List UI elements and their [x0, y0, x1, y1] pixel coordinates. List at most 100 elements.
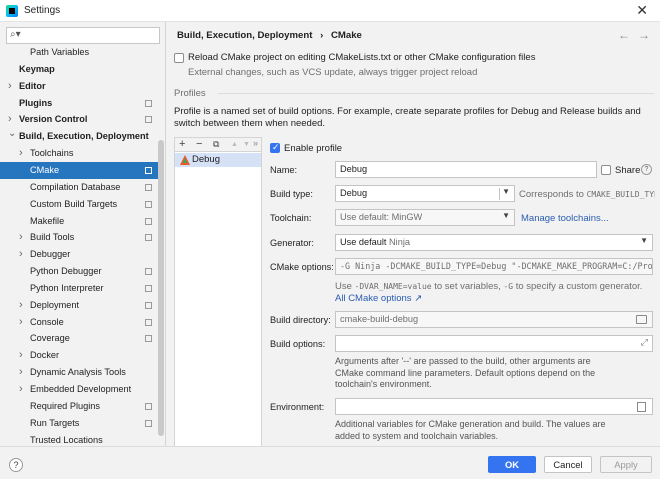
sidebar-item[interactable]: Plugins	[0, 95, 158, 112]
profiles-section-title: Profiles	[174, 88, 206, 99]
sidebar-item-label: Plugins	[19, 97, 53, 108]
move-up-button[interactable]: ▲	[231, 141, 238, 148]
copy-profile-button[interactable]: ⧉	[213, 139, 219, 150]
cmake-options-hint: Use -DVAR_NAME=value to set variables, -…	[335, 281, 643, 292]
sidebar-item[interactable]: Trusted Locations	[0, 432, 158, 444]
sidebar-item-label: Compilation Database	[30, 181, 121, 192]
sidebar-item[interactable]: CMake	[0, 161, 158, 179]
sidebar-scrollbar[interactable]	[158, 140, 164, 436]
move-down-button[interactable]: ▼	[243, 141, 250, 148]
share-checkbox[interactable]	[601, 165, 611, 175]
document-icon[interactable]	[637, 402, 646, 412]
sidebar-item[interactable]: › Console	[0, 314, 158, 331]
toolchain-combo[interactable]: Use default: MinGW ▼	[335, 209, 515, 226]
sidebar-item-label: Deployment	[30, 299, 80, 310]
sidebar-item[interactable]: Required Plugins	[0, 398, 158, 415]
reload-hint: External changes, such as VCS update, al…	[188, 67, 478, 78]
profile-item-label: Debug	[192, 154, 220, 165]
sidebar-item-label: Coverage	[30, 333, 70, 344]
cancel-button[interactable]: Cancel	[544, 456, 592, 473]
enable-profile-checkbox[interactable]	[270, 142, 280, 153]
ok-button[interactable]: OK	[488, 456, 536, 473]
build-type-label: Build type:	[270, 189, 313, 199]
chevron-right-icon[interactable]: ›	[19, 347, 23, 364]
sidebar-item-label: Dynamic Analysis Tools	[30, 367, 126, 378]
sidebar-item-label: Embedded Development	[30, 384, 132, 394]
chevron-right-icon[interactable]: ›	[19, 145, 23, 162]
more-icon[interactable]: »	[253, 138, 258, 148]
help-button[interactable]: ?	[9, 458, 23, 472]
sidebar-item[interactable]: › Build Tools	[0, 229, 158, 246]
sidebar-item[interactable]: Compilation Database	[0, 179, 158, 196]
sidebar-item[interactable]: Path Variables	[0, 44, 158, 61]
sidebar-item[interactable]: › Editor	[0, 78, 158, 95]
chevron-down-icon[interactable]: ▼	[640, 236, 648, 245]
project-settings-icon	[145, 166, 152, 174]
project-settings-icon	[145, 116, 152, 124]
chevron-right-icon[interactable]: ›	[19, 314, 23, 331]
all-cmake-options-link[interactable]: All CMake options ↗	[335, 293, 422, 304]
folder-icon[interactable]	[636, 315, 647, 324]
profile-item[interactable]: Debug	[175, 153, 261, 167]
search-icon: ⌕▾	[10, 29, 21, 40]
chevron-down-icon[interactable]: ⌄	[8, 125, 16, 142]
project-settings-icon	[145, 284, 152, 292]
sidebar-item[interactable]: Custom Build Targets	[0, 196, 158, 213]
sidebar-item[interactable]: › Version Control	[0, 111, 158, 128]
sidebar-item[interactable]: › Toolchains	[0, 145, 158, 162]
name-field[interactable]: Debug	[335, 161, 597, 178]
settings-sidebar: ⌕▾ Path Variables Keymap › Editor Plugins › Ve…	[0, 22, 166, 446]
cmake-options-label: CMake options:	[270, 262, 334, 272]
build-directory-field[interactable]: cmake-build-debug	[335, 311, 653, 328]
sidebar-item[interactable]: Python Debugger	[0, 263, 158, 280]
sidebar-item-label: Trusted Locations	[30, 434, 103, 444]
chevron-down-icon[interactable]: ▼	[502, 187, 510, 196]
generator-combo[interactable]: Use default Ninja ▼	[335, 234, 653, 251]
build-type-hint: Corresponds to CMAKE_BUILD_TYPE	[519, 189, 655, 200]
chevron-right-icon[interactable]: ›	[8, 78, 12, 95]
forward-icon[interactable]: →	[638, 28, 650, 42]
reload-checkbox[interactable]	[174, 53, 184, 63]
build-type-combo[interactable]: Debug ▼	[335, 185, 515, 202]
breadcrumb-parent[interactable]: Build, Execution, Deployment	[177, 30, 312, 41]
sidebar-item-label: Python Interpreter	[30, 282, 104, 293]
share-label: Share	[615, 165, 641, 176]
add-profile-button[interactable]: +	[179, 138, 185, 150]
help-icon[interactable]: ?	[641, 164, 652, 175]
breadcrumb: Build, Execution, Deployment › CMake	[177, 30, 362, 41]
sidebar-item[interactable]: › Deployment	[0, 297, 158, 314]
cmake-options-field[interactable]: -G Ninja -DCMAKE_BUILD_TYPE=Debug "-DCMA…	[335, 258, 653, 275]
project-settings-icon	[145, 183, 152, 191]
environment-field[interactable]	[335, 398, 653, 415]
chevron-right-icon[interactable]: ›	[19, 246, 23, 263]
sidebar-item[interactable]: › Embedded Development	[0, 381, 158, 398]
sidebar-item[interactable]: ⌄ Build, Execution, Deployment	[0, 128, 158, 145]
sidebar-item[interactable]: Makefile	[0, 213, 158, 230]
sidebar-item[interactable]: Keymap	[0, 61, 158, 78]
project-settings-icon	[145, 217, 152, 225]
sidebar-item[interactable]: Run Targets	[0, 415, 158, 432]
close-icon[interactable]: ✕	[636, 2, 648, 19]
sidebar-item[interactable]: › Docker	[0, 347, 158, 364]
profiles-description: Profile is a named set of build options.…	[174, 106, 641, 129]
name-value: Debug	[340, 164, 368, 174]
back-icon[interactable]: ←	[618, 28, 630, 42]
project-settings-icon	[145, 402, 152, 410]
chevron-right-icon[interactable]: ›	[19, 297, 23, 314]
sidebar-item-label: Makefile	[30, 215, 65, 226]
sidebar-item[interactable]: Python Interpreter	[0, 280, 158, 297]
expand-icon[interactable]: ⤢	[641, 337, 648, 348]
sidebar-item[interactable]: › Debugger	[0, 246, 158, 263]
remove-profile-button[interactable]: −	[196, 138, 202, 150]
manage-toolchains-link[interactable]: Manage toolchains...	[521, 213, 609, 224]
chevron-right-icon[interactable]: ›	[19, 381, 23, 398]
project-settings-icon	[145, 234, 152, 242]
chevron-right-icon[interactable]: ›	[19, 229, 23, 246]
apply-button[interactable]: Apply	[600, 456, 652, 473]
chevron-right-icon[interactable]: ›	[19, 364, 23, 381]
sidebar-item[interactable]: Coverage	[0, 330, 158, 347]
search-input[interactable]: ⌕▾	[6, 27, 160, 44]
sidebar-item[interactable]: › Dynamic Analysis Tools	[0, 364, 158, 381]
chevron-down-icon[interactable]: ▼	[502, 211, 510, 220]
build-options-field[interactable]: ⤢	[335, 335, 653, 352]
